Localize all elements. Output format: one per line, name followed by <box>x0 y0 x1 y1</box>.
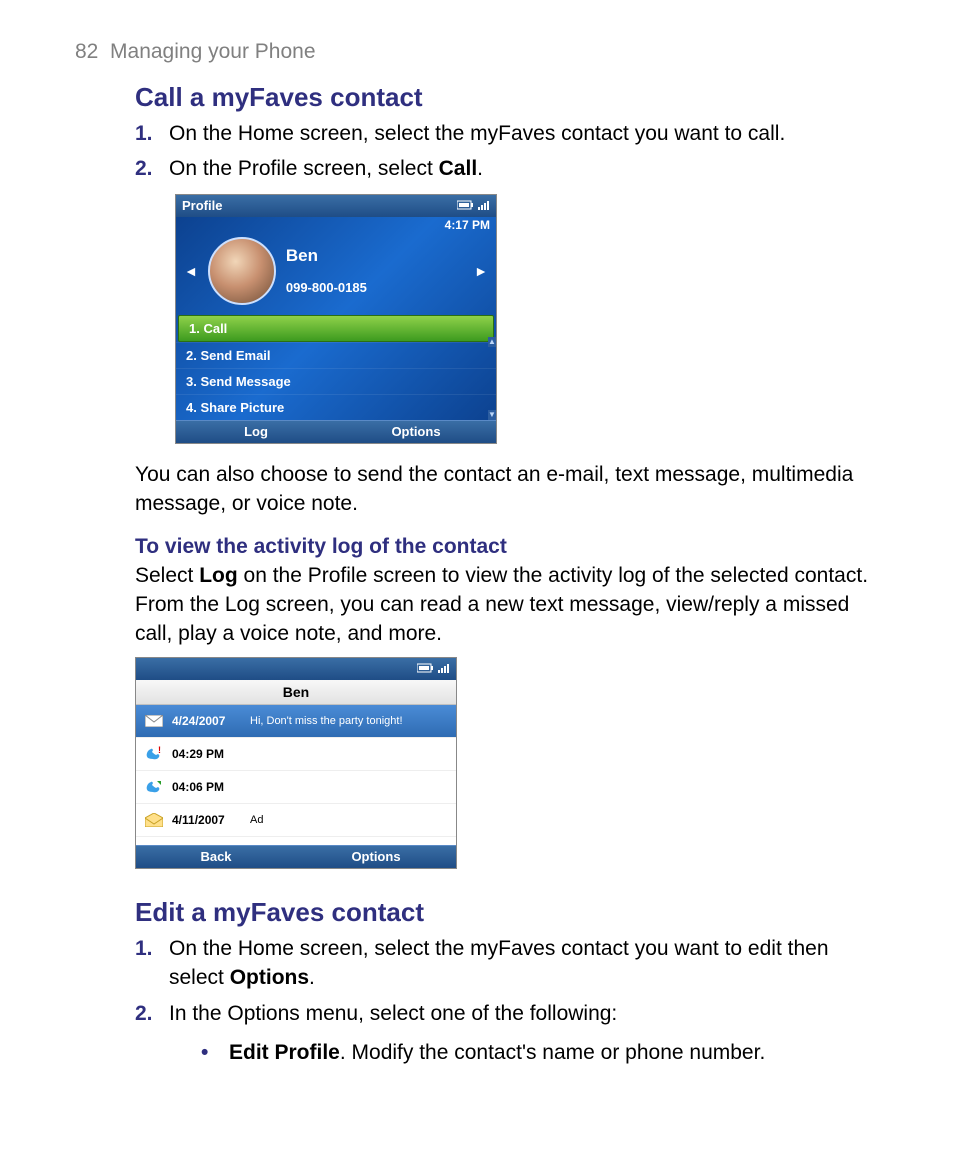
signal-icon <box>438 661 450 676</box>
section-title-call: Call a myFaves contact <box>135 82 879 113</box>
titlebar: Profile <box>176 195 496 217</box>
menu-item-send-message[interactable]: 3. Send Message <box>176 368 496 394</box>
log-date: 04:06 PM <box>172 780 242 794</box>
log-date: 4/11/2007 <box>172 813 242 827</box>
edit-step-1: 1. On the Home screen, select the myFave… <box>135 934 879 993</box>
log-row[interactable]: 04:06 PM <box>136 771 456 804</box>
bullet-text: Edit Profile. Modify the contact's name … <box>229 1038 765 1067</box>
page-number: 82 <box>75 40 98 63</box>
log-text: Hi, Don't miss the party tonight! <box>250 715 448 727</box>
log-row[interactable]: ! 04:29 PM <box>136 738 456 771</box>
battery-icon <box>417 661 435 676</box>
section-title-edit: Edit a myFaves contact <box>135 897 879 928</box>
log-header-name: Ben <box>136 680 456 705</box>
step-text: On the Home screen, select the myFaves c… <box>169 119 785 148</box>
signal-icon <box>478 198 490 213</box>
edit-bullets: • Edit Profile. Modify the contact's nam… <box>201 1038 879 1067</box>
after-paragraph: You can also choose to send the contact … <box>135 460 879 519</box>
call-step-1: 1. On the Home screen, select the myFave… <box>135 119 879 148</box>
scroll-up-icon[interactable]: ▲ <box>488 337 496 347</box>
step-number: 1. <box>135 934 169 993</box>
log-row[interactable]: 4/11/2007 Ad <box>136 804 456 837</box>
mail-open-icon <box>144 811 164 829</box>
step-text: On the Profile screen, select Call. <box>169 154 483 183</box>
step-number: 2. <box>135 154 169 183</box>
sub-paragraph: Select Log on the Profile screen to view… <box>135 561 879 649</box>
scrollbar[interactable]: ▲ ▼ <box>488 337 496 420</box>
titlebar <box>136 658 456 680</box>
softkey-options[interactable]: Options <box>296 846 456 868</box>
contact-avatar <box>208 237 276 305</box>
outgoing-call-icon <box>144 778 164 796</box>
step-text: On the Home screen, select the myFaves c… <box>169 934 879 993</box>
sub-heading-activity-log: To view the activity log of the contact <box>135 535 879 559</box>
menu-item-share-picture[interactable]: 4. Share Picture <box>176 394 496 420</box>
mail-icon <box>144 712 164 730</box>
log-date: 4/24/2007 <box>172 714 242 728</box>
softkey-bar: Log Options <box>176 420 496 443</box>
edit-step-2: 2. In the Options menu, select one of th… <box>135 999 879 1028</box>
softkey-log[interactable]: Log <box>176 421 336 443</box>
menu-item-call[interactable]: 1. Call <box>178 315 494 342</box>
titlebar-text: Profile <box>182 198 222 213</box>
step-number: 2. <box>135 999 169 1028</box>
log-screenshot: Ben 4/24/2007 Hi, Don't miss the party t… <box>135 657 457 869</box>
prev-arrow-icon[interactable]: ◄ <box>184 263 198 279</box>
contact-name: Ben <box>286 246 464 266</box>
softkey-back[interactable]: Back <box>136 846 296 868</box>
next-arrow-icon[interactable]: ► <box>474 263 488 279</box>
step-text: In the Options menu, select one of the f… <box>169 999 617 1028</box>
softkey-options[interactable]: Options <box>336 421 496 443</box>
status-icons <box>457 198 490 213</box>
battery-icon <box>457 198 475 213</box>
softkey-bar: Back Options <box>136 845 456 868</box>
time-display: 4:17 PM <box>176 217 496 233</box>
missed-call-icon: ! <box>144 745 164 763</box>
profile-screenshot: Profile 4:17 PM ◄ Ben 099-800-0185 ► 1. … <box>175 194 497 444</box>
step-number: 1. <box>135 119 169 148</box>
log-row[interactable]: 4/24/2007 Hi, Don't miss the party tonig… <box>136 705 456 738</box>
log-text: Ad <box>250 814 448 826</box>
call-steps: 1. On the Home screen, select the myFave… <box>135 119 879 184</box>
status-icons <box>417 661 450 676</box>
contact-info: Ben 099-800-0185 <box>286 246 464 295</box>
page-header: 82 Managing your Phone <box>75 40 879 64</box>
profile-menu: 1. Call 2. Send Email 3. Send Message 4.… <box>176 315 496 420</box>
log-date: 04:29 PM <box>172 747 242 761</box>
contact-row: ◄ Ben 099-800-0185 ► <box>176 233 496 315</box>
bullet-dot-icon: • <box>201 1038 229 1067</box>
call-step-2: 2. On the Profile screen, select Call. <box>135 154 879 183</box>
edit-steps: 1. On the Home screen, select the myFave… <box>135 934 879 1028</box>
contact-phone: 099-800-0185 <box>286 280 464 295</box>
menu-item-send-email[interactable]: 2. Send Email <box>176 342 496 368</box>
chapter-title: Managing your Phone <box>110 40 315 63</box>
svg-text:!: ! <box>158 746 161 755</box>
log-list: 4/24/2007 Hi, Don't miss the party tonig… <box>136 705 456 845</box>
bullet-edit-profile: • Edit Profile. Modify the contact's nam… <box>201 1038 879 1067</box>
scroll-down-icon[interactable]: ▼ <box>488 410 496 420</box>
